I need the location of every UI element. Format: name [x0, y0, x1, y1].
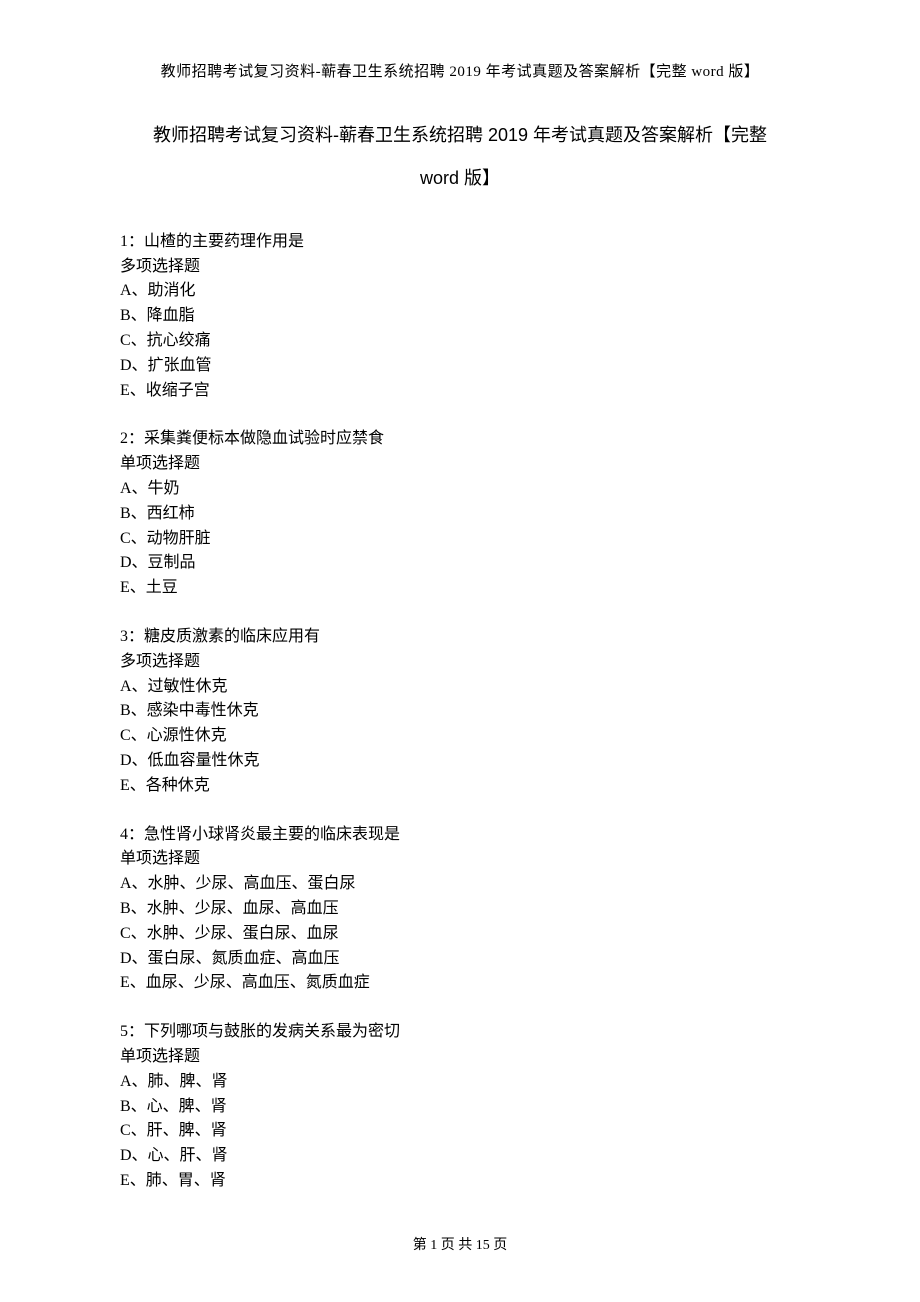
question-type: 单项选择题	[120, 1045, 800, 1070]
question-block: 5：下列哪项与鼓胀的发病关系最为密切 单项选择题 A、肺、脾、肾 B、心、脾、肾…	[120, 1020, 800, 1194]
page-footer: 第 1 页 共 15 页	[120, 1234, 800, 1254]
question-option: D、低血容量性休克	[120, 749, 800, 774]
question-option: A、肺、脾、肾	[120, 1070, 800, 1095]
question-block: 1：山楂的主要药理作用是 多项选择题 A、助消化 B、降血脂 C、抗心绞痛 D、…	[120, 230, 800, 404]
main-title-line-2: word 版】	[120, 164, 800, 190]
question-option: C、肝、脾、肾	[120, 1119, 800, 1144]
question-option: C、抗心绞痛	[120, 329, 800, 354]
question-stem: 5：下列哪项与鼓胀的发病关系最为密切	[120, 1020, 800, 1045]
document-page: 教师招聘考试复习资料-蕲春卫生系统招聘 2019 年考试真题及答案解析【完整 w…	[0, 0, 920, 1294]
question-stem: 1：山楂的主要药理作用是	[120, 230, 800, 255]
question-option: D、蛋白尿、氮质血症、高血压	[120, 947, 800, 972]
question-option: B、感染中毒性休克	[120, 699, 800, 724]
question-option: E、肺、胃、肾	[120, 1169, 800, 1194]
question-option: C、动物肝脏	[120, 527, 800, 552]
question-option: B、水肿、少尿、血尿、高血压	[120, 897, 800, 922]
question-block: 4：急性肾小球肾炎最主要的临床表现是 单项选择题 A、水肿、少尿、高血压、蛋白尿…	[120, 823, 800, 997]
question-option: D、豆制品	[120, 551, 800, 576]
question-type: 多项选择题	[120, 255, 800, 280]
question-block: 2：采集粪便标本做隐血试验时应禁食 单项选择题 A、牛奶 B、西红柿 C、动物肝…	[120, 427, 800, 601]
question-option: E、收缩子宫	[120, 379, 800, 404]
question-option: C、心源性休克	[120, 724, 800, 749]
question-option: B、降血脂	[120, 304, 800, 329]
footer-total-pages: 15	[476, 1238, 490, 1253]
question-type: 单项选择题	[120, 452, 800, 477]
question-option: A、水肿、少尿、高血压、蛋白尿	[120, 872, 800, 897]
question-option: C、水肿、少尿、蛋白尿、血尿	[120, 922, 800, 947]
question-option: E、各种休克	[120, 774, 800, 799]
question-option: E、土豆	[120, 576, 800, 601]
running-header: 教师招聘考试复习资料-蕲春卫生系统招聘 2019 年考试真题及答案解析【完整 w…	[120, 60, 800, 81]
question-type: 多项选择题	[120, 650, 800, 675]
question-stem: 3：糖皮质激素的临床应用有	[120, 625, 800, 650]
question-option: D、扩张血管	[120, 354, 800, 379]
question-option: B、心、脾、肾	[120, 1095, 800, 1120]
main-title-line-1: 教师招聘考试复习资料-蕲春卫生系统招聘 2019 年考试真题及答案解析【完整	[120, 121, 800, 150]
question-option: D、心、肝、肾	[120, 1144, 800, 1169]
question-option: B、西红柿	[120, 502, 800, 527]
question-type: 单项选择题	[120, 847, 800, 872]
question-block: 3：糖皮质激素的临床应用有 多项选择题 A、过敏性休克 B、感染中毒性休克 C、…	[120, 625, 800, 799]
question-option: A、牛奶	[120, 477, 800, 502]
question-stem: 4：急性肾小球肾炎最主要的临床表现是	[120, 823, 800, 848]
footer-prefix: 第	[413, 1238, 431, 1253]
question-option: A、过敏性休克	[120, 675, 800, 700]
footer-middle: 页 共	[437, 1238, 476, 1253]
question-stem: 2：采集粪便标本做隐血试验时应禁食	[120, 427, 800, 452]
footer-suffix: 页	[490, 1238, 508, 1253]
question-option: E、血尿、少尿、高血压、氮质血症	[120, 971, 800, 996]
question-option: A、助消化	[120, 279, 800, 304]
